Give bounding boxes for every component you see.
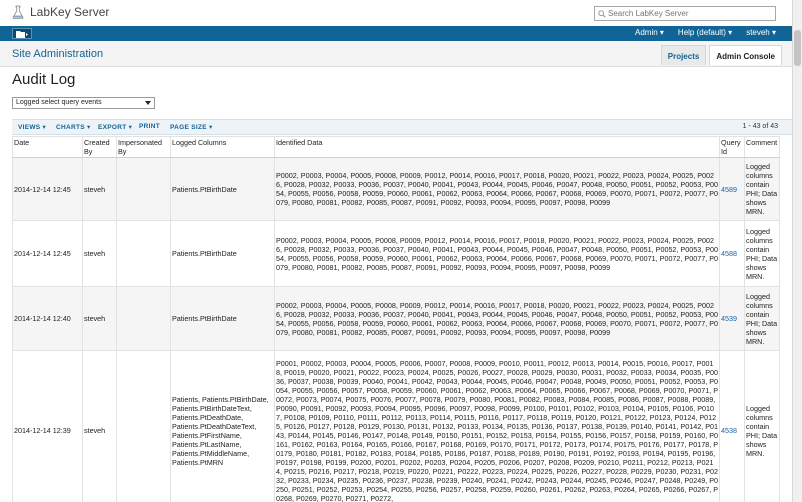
tab-projects[interactable]: Projects	[660, 45, 707, 65]
col-date[interactable]: Date	[12, 136, 83, 158]
chevron-down-icon	[145, 101, 151, 105]
print-button[interactable]: PRINT	[139, 123, 160, 130]
nav-bar: Admin ▾ Help (default) ▾ steveh ▾	[0, 26, 792, 41]
cell-date: 2014-12-14 12:40	[12, 286, 83, 351]
site-admin-link[interactable]: Site Administration	[12, 48, 103, 60]
col-query-id[interactable]: Query Id	[719, 136, 745, 158]
table-row: 2014-12-14 12:39 steveh Patients, Patien…	[12, 350, 780, 502]
query-id-link[interactable]: 4589	[719, 157, 745, 221]
user-menu[interactable]: steveh ▾	[746, 28, 776, 37]
app-title: LabKey Server	[30, 5, 110, 19]
logo[interactable]: LabKey Server	[12, 5, 109, 19]
folder-icon	[16, 30, 28, 38]
audit-log-table: Date Created By Impersonated By Logged C…	[12, 136, 780, 502]
flask-icon	[12, 5, 24, 19]
cell-logged-columns: Patients, Patients.PtBirthDate, Patients…	[170, 350, 275, 502]
cell-comment: Logged columns contain PHI; Data shows M…	[744, 220, 780, 287]
cell-created-by: steveh	[82, 286, 117, 351]
cell-logged-columns: Patients.PtBirthDate	[170, 157, 275, 221]
table-row: 2014-12-14 12:40 steveh Patients.PtBirth…	[12, 286, 780, 351]
query-id-link[interactable]: 4538	[719, 350, 745, 502]
page-size-button[interactable]: PAGE SIZE ▾	[170, 123, 213, 131]
col-impersonated-by[interactable]: Impersonated By	[116, 136, 171, 158]
page: LabKey Server Admin ▾ Help (default) ▾ s…	[0, 0, 792, 502]
table-row: 2014-12-14 12:45 steveh Patients.PtBirth…	[12, 220, 780, 287]
folder-menu-button[interactable]	[12, 28, 32, 39]
cell-logged-columns: Patients.PtBirthDate	[170, 220, 275, 287]
cell-identified-data: P0002, P0003, P0004, P0005, P0008, P0009…	[274, 220, 720, 287]
export-button[interactable]: EXPORT ▾	[98, 123, 132, 131]
table-row: 2014-12-14 12:45 steveh Patients.PtBirth…	[12, 157, 780, 221]
views-button[interactable]: VIEWS ▾	[18, 123, 46, 131]
search-box[interactable]	[594, 6, 776, 21]
query-id-link[interactable]: 4539	[719, 286, 745, 351]
cell-impersonated-by	[116, 220, 171, 287]
top-header: LabKey Server	[0, 0, 792, 26]
cell-created-by: steveh	[82, 220, 117, 287]
admin-menu[interactable]: Admin ▾	[635, 28, 664, 37]
query-id-link[interactable]: 4588	[719, 220, 745, 287]
cell-comment: Logged columns contain PHI; Data shows M…	[744, 350, 780, 502]
help-menu[interactable]: Help (default) ▾	[678, 28, 732, 37]
cell-impersonated-by	[116, 350, 171, 502]
event-type-value: Logged select query events	[16, 99, 102, 106]
col-identified-data[interactable]: Identified Data	[274, 136, 720, 158]
cell-identified-data: P0002, P0003, P0004, P0005, P0008, P0009…	[274, 157, 720, 221]
cell-date: 2014-12-14 12:39	[12, 350, 83, 502]
cell-identified-data: P0001, P0002, P0003, P0004, P0005, P0006…	[274, 350, 720, 502]
cell-date: 2014-12-14 12:45	[12, 157, 83, 221]
cell-identified-data: P0002, P0003, P0004, P0005, P0008, P0009…	[274, 286, 720, 351]
page-scrollbar[interactable]	[792, 0, 802, 502]
cell-impersonated-by	[116, 286, 171, 351]
col-logged-columns[interactable]: Logged Columns	[170, 136, 275, 158]
charts-button[interactable]: CHARTS ▾	[56, 123, 91, 131]
grid-toolbar: VIEWS ▾ CHARTS ▾ EXPORT ▾ PRINT PAGE SIZ…	[12, 119, 792, 135]
scrollbar-thumb[interactable]	[794, 30, 801, 66]
project-header: Site Administration Projects Admin Conso…	[0, 41, 792, 67]
cell-comment: Logged columns contain PHI; Data shows M…	[744, 157, 780, 221]
cell-logged-columns: Patients.PtBirthDate	[170, 286, 275, 351]
cell-comment: Logged columns contain PHI; Data shows M…	[744, 286, 780, 351]
tab-admin-console[interactable]: Admin Console	[709, 45, 782, 65]
cell-created-by: steveh	[82, 350, 117, 502]
cell-created-by: steveh	[82, 157, 117, 221]
search-input[interactable]	[608, 9, 768, 18]
search-icon	[598, 9, 606, 18]
page-title: Audit Log	[12, 71, 76, 88]
col-comment[interactable]: Comment	[744, 136, 780, 158]
cell-date: 2014-12-14 12:45	[12, 220, 83, 287]
table-header-row: Date Created By Impersonated By Logged C…	[12, 136, 780, 158]
cell-impersonated-by	[116, 157, 171, 221]
col-created-by[interactable]: Created By	[82, 136, 117, 158]
event-type-select[interactable]: Logged select query events	[12, 97, 155, 109]
pager-text: 1 - 43 of 43	[742, 123, 778, 130]
